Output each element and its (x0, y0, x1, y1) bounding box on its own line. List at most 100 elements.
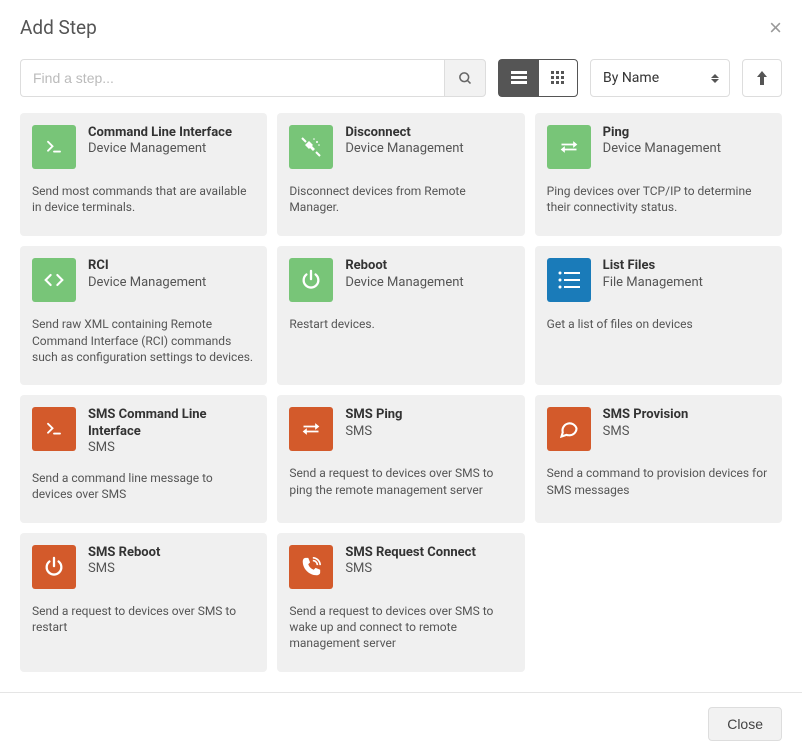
step-card[interactable]: DisconnectDevice Management Disconnect de… (277, 113, 524, 236)
card-subtitle: Device Management (345, 275, 463, 291)
card-head: SMS Request ConnectSMS (289, 545, 512, 589)
step-card[interactable]: SMS PingSMS Send a request to devices ove… (277, 395, 524, 523)
step-card[interactable]: RCIDevice Management Send raw XML contain… (20, 246, 267, 385)
card-subtitle: Device Management (88, 275, 206, 291)
phone-icon (289, 545, 333, 589)
card-head: Command Line InterfaceDevice Management (32, 125, 255, 169)
card-description: Send a request to devices over SMS to wa… (289, 603, 512, 652)
card-description: Send a command to provision devices for … (547, 465, 770, 497)
list-view-icon (511, 71, 527, 85)
power-icon (289, 258, 333, 302)
card-titles: PingDevice Management (603, 125, 721, 158)
card-subtitle: Device Management (345, 141, 463, 157)
card-titles: List FilesFile Management (603, 258, 703, 291)
search-button[interactable] (444, 59, 486, 97)
card-titles: SMS RebootSMS (88, 545, 160, 578)
arrow-up-icon (756, 71, 768, 85)
power-icon (32, 545, 76, 589)
step-card[interactable]: RebootDevice Management Restart devices. (277, 246, 524, 385)
card-description: Disconnect devices from Remote Manager. (289, 183, 512, 215)
list-icon (547, 258, 591, 302)
card-head: SMS PingSMS (289, 407, 512, 451)
card-subtitle: SMS (88, 561, 160, 577)
step-grid: Command Line InterfaceDevice ManagementS… (0, 113, 802, 692)
card-titles: SMS Command Line InterfaceSMS (88, 407, 255, 456)
card-title: SMS Command Line Interface (88, 407, 255, 440)
close-button[interactable]: × (769, 17, 782, 39)
step-card[interactable]: PingDevice Management Ping devices over T… (535, 113, 782, 236)
card-description: Send raw XML containing Remote Command I… (32, 316, 255, 365)
card-head: List FilesFile Management (547, 258, 770, 302)
card-subtitle: Device Management (88, 141, 232, 157)
search-group (20, 59, 486, 97)
modal-title: Add Step (20, 16, 97, 39)
card-subtitle: SMS (88, 440, 255, 456)
card-description: Get a list of files on devices (547, 316, 770, 332)
card-description: Restart devices. (289, 316, 512, 332)
card-titles: SMS ProvisionSMS (603, 407, 689, 440)
card-title: Command Line Interface (88, 125, 232, 141)
step-card[interactable]: SMS Command Line InterfaceSMS Send a comm… (20, 395, 267, 523)
chat-icon (547, 407, 591, 451)
step-card[interactable]: SMS RebootSMS Send a request to devices o… (20, 533, 267, 672)
search-icon (458, 71, 473, 86)
card-subtitle: File Management (603, 275, 703, 291)
card-head: RebootDevice Management (289, 258, 512, 302)
card-description: Send a request to devices over SMS to pi… (289, 465, 512, 497)
sort-select[interactable]: By Name (590, 59, 730, 97)
modal-header: Add Step × (0, 0, 802, 55)
card-subtitle: SMS (345, 561, 476, 577)
sort-direction-button[interactable] (742, 59, 782, 97)
card-titles: DisconnectDevice Management (345, 125, 463, 158)
terminal-icon (32, 125, 76, 169)
card-title: SMS Ping (345, 407, 402, 423)
card-description: Send most commands that are available in… (32, 183, 255, 215)
card-subtitle: SMS (345, 424, 402, 440)
card-subtitle: SMS (603, 424, 689, 440)
footer-close-button[interactable]: Close (708, 707, 782, 741)
sort-caret-icon (711, 74, 719, 83)
card-title: List Files (603, 258, 703, 274)
toolbar: By Name (0, 55, 802, 113)
search-input[interactable] (20, 59, 444, 97)
view-toggle (498, 59, 578, 97)
sort-select-label: By Name (603, 70, 659, 86)
card-description: Send a request to devices over SMS to re… (32, 603, 255, 635)
card-head: PingDevice Management (547, 125, 770, 169)
view-grid-button[interactable] (538, 59, 578, 97)
card-title: Disconnect (345, 125, 463, 141)
card-title: Reboot (345, 258, 463, 274)
card-head: SMS RebootSMS (32, 545, 255, 589)
exchange-icon (289, 407, 333, 451)
card-titles: Command Line InterfaceDevice Management (88, 125, 232, 158)
card-titles: SMS Request ConnectSMS (345, 545, 476, 578)
card-description: Send a command line message to devices o… (32, 470, 255, 502)
card-title: SMS Reboot (88, 545, 160, 561)
view-list-button[interactable] (498, 59, 538, 97)
step-card[interactable]: List FilesFile Management Get a list of f… (535, 246, 782, 385)
add-step-modal: Add Step × By Name Command Line (0, 0, 802, 755)
card-title: SMS Provision (603, 407, 689, 423)
modal-footer: Close (0, 692, 802, 755)
card-titles: SMS PingSMS (345, 407, 402, 440)
card-head: RCIDevice Management (32, 258, 255, 302)
card-titles: RebootDevice Management (345, 258, 463, 291)
card-head: DisconnectDevice Management (289, 125, 512, 169)
unplug-icon (289, 125, 333, 169)
step-card[interactable]: Command Line InterfaceDevice Management S… (20, 113, 267, 236)
card-head: SMS ProvisionSMS (547, 407, 770, 451)
card-description: Ping devices over TCP/IP to determine th… (547, 183, 770, 215)
step-card[interactable]: SMS Request ConnectSMS Send a request to … (277, 533, 524, 672)
card-title: RCI (88, 258, 206, 274)
card-subtitle: Device Management (603, 141, 721, 157)
grid-view-icon (551, 71, 565, 85)
card-head: SMS Command Line InterfaceSMS (32, 407, 255, 456)
exchange-icon (547, 125, 591, 169)
card-titles: RCIDevice Management (88, 258, 206, 291)
terminal-icon (32, 407, 76, 451)
step-card[interactable]: SMS ProvisionSMS Send a command to provis… (535, 395, 782, 523)
code-icon (32, 258, 76, 302)
card-title: Ping (603, 125, 721, 141)
card-title: SMS Request Connect (345, 545, 476, 561)
close-icon: × (769, 15, 782, 40)
